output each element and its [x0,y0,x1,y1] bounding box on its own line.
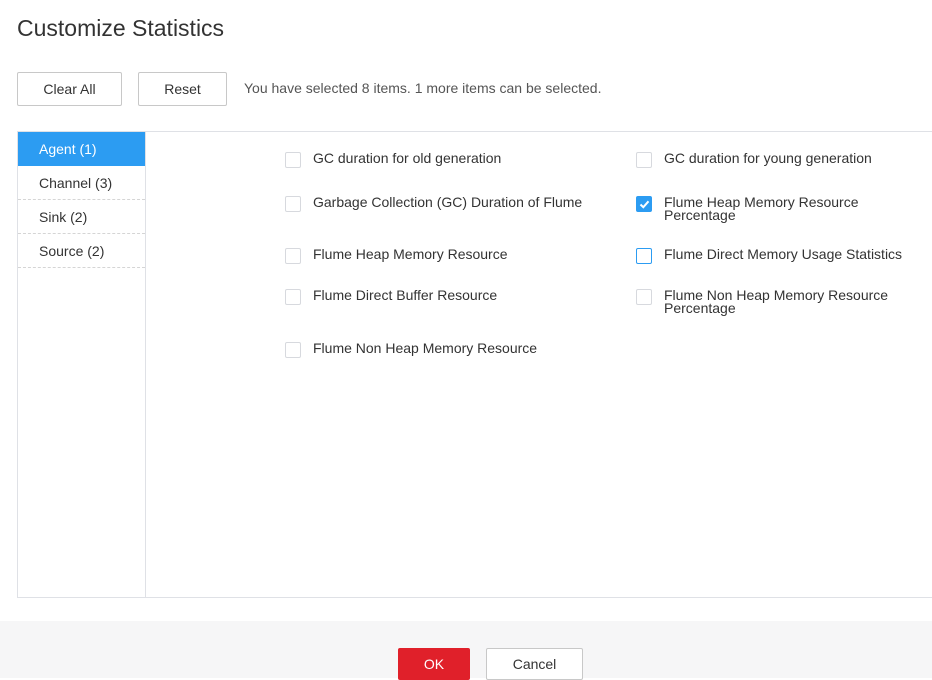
sidebar-item-channel[interactable]: Channel (3) [18,166,145,200]
sidebar-item-label: Channel (3) [39,175,113,191]
selection-hint: You have selected 8 items. 1 more items … [244,80,602,96]
option-label: Flume Direct Memory Usage Statistics [664,246,903,262]
checkbox[interactable] [285,196,301,212]
dialog-title: Customize Statistics [17,15,225,41]
checkbox-checked[interactable] [636,196,652,212]
sidebar-item-label: Sink (2) [39,209,88,225]
sidebar-item-label: Source (2) [39,243,105,259]
option-label: GC duration for young generation [664,150,872,166]
checkbox[interactable] [285,289,301,305]
option-label: Flume Non Heap Memory Resource [313,340,538,356]
sidebar-item-sink[interactable]: Sink (2) [18,200,145,234]
option-label: Flume Non Heap Memory Resource Percentag… [664,287,889,316]
sidebar-item-agent[interactable]: Agent (1) [18,132,145,166]
checkbox[interactable] [285,248,301,264]
checkmark-icon [639,200,650,209]
checkbox[interactable] [285,342,301,358]
clear-all-button[interactable]: Clear All [17,72,122,106]
category-sidebar: Agent (1) Channel (3) Sink (2) Source (2… [18,132,146,597]
checkbox[interactable] [636,289,652,305]
cancel-button[interactable]: Cancel [486,648,583,680]
checkbox[interactable] [285,152,301,168]
option-label: Flume Heap Memory Resource [313,246,508,262]
option-label: Garbage Collection (GC) Duration of Flum… [313,194,583,210]
checkbox[interactable] [636,248,652,264]
sidebar-item-label: Agent (1) [39,141,97,157]
checkbox[interactable] [636,152,652,168]
option-label: GC duration for old generation [313,150,502,166]
option-label: Flume Direct Buffer Resource [313,287,498,303]
option-label: Flume Heap Memory Resource Percentage [664,194,859,223]
sidebar-item-source[interactable]: Source (2) [18,234,145,268]
reset-button[interactable]: Reset [138,72,227,106]
ok-button[interactable]: OK [398,648,470,680]
